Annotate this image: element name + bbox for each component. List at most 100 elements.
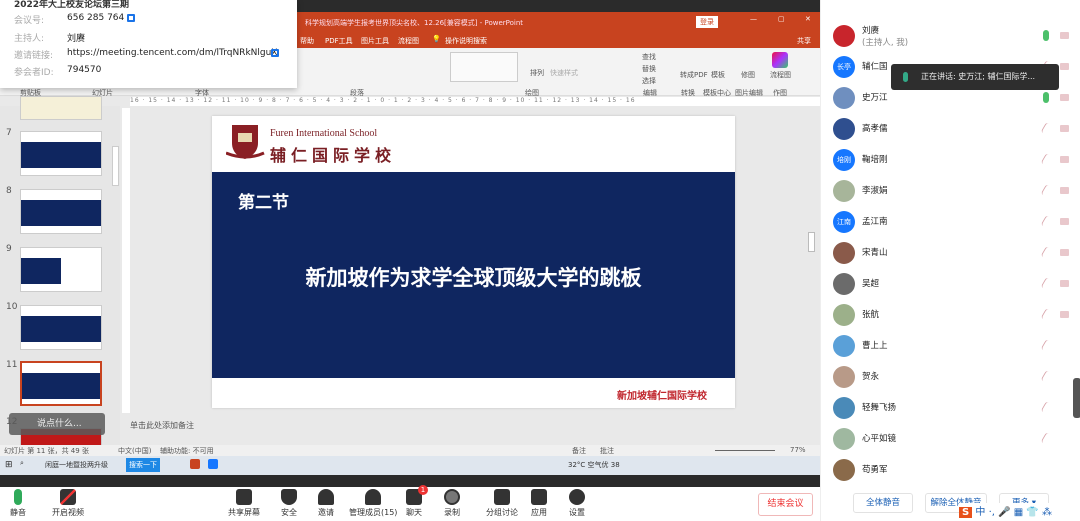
windows-start-icon[interactable]: ⊞ [5,460,13,470]
chat-bubble-input[interactable]: 说点什么... [9,413,105,435]
participant-row[interactable]: 江南 孟江南 [821,207,1080,238]
mute-all-button[interactable]: 全体静音 [853,493,913,513]
participant-row[interactable]: 曹上上 [821,331,1080,362]
weather-widget[interactable]: 32°C 空气优 38 [568,460,620,470]
participant-name: 轻舞飞扬 [862,403,897,413]
slide-scrollbar[interactable] [808,232,815,252]
tell-me-search[interactable]: 操作说明搜索 [445,36,487,46]
search-icon[interactable]: ⌕ [20,459,24,468]
microphone-muted-icon[interactable] [1040,308,1052,321]
close-button[interactable]: ✕ [805,15,811,23]
replace-button[interactable]: 替换 [642,64,656,74]
invite-button[interactable]: 邀请 [318,489,334,518]
slide-thumbnail[interactable] [20,189,102,234]
avatar [833,366,855,388]
record-button[interactable]: 录制 [444,489,460,518]
restore-button[interactable]: ▢ [778,15,785,23]
arrange-button[interactable]: 排列 [530,68,544,78]
template-button[interactable]: 模板 [711,70,725,80]
share-button[interactable]: 共享 [797,36,811,46]
shapes-gallery[interactable] [450,52,518,82]
slide-thumbnail[interactable] [20,131,102,176]
gear-icon [569,489,585,505]
settings-button[interactable]: 设置 [569,489,585,518]
invite-link[interactable]: https://meeting.tencent.com/dm/lTrqNRkNl… [67,48,277,58]
speaking-tooltip: 正在讲话: 史万江; 辅仁国际学... [891,64,1059,90]
slide-thumbnail[interactable] [20,305,102,350]
camera-off-icon [1060,311,1069,318]
browser-taskbar-item[interactable]: 闲庭一地暨投两升级 [45,460,108,470]
end-meeting-button[interactable]: 结束会议 [758,493,813,516]
copy-icon[interactable] [271,49,279,57]
share-screen-icon [236,489,252,505]
participant-row[interactable]: 苟勇军 [821,455,1080,486]
share-screen-button[interactable]: 共享屏幕 [228,489,260,518]
shield-icon [281,489,297,505]
avatar [833,335,855,357]
security-button[interactable]: 安全 [281,489,297,518]
participants-panel: 刘赓 (主持人, 我) 长亭 辅仁国 史万江 高孝儒 培刚 鞠培刚 李淑娟 江南… [820,0,1080,521]
slide-thumbnail[interactable] [20,247,102,292]
participant-row[interactable]: 张航 [821,300,1080,331]
start-video-button[interactable]: 开启视频 [52,489,84,518]
panel-scrollbar[interactable] [1073,378,1080,418]
tab-help[interactable]: 帮助 [300,36,314,46]
tab-flowchart[interactable]: 流程图 [398,36,419,46]
microphone-muted-icon[interactable] [1040,153,1052,166]
powerpoint-taskbar-icon[interactable] [190,459,200,469]
participant-row[interactable]: 培刚 鞠培刚 [821,145,1080,176]
participant-row[interactable]: 贺永 [821,362,1080,393]
breakout-rooms-button[interactable]: 分组讨论 [486,489,518,518]
microphone-on-icon[interactable] [1043,92,1049,103]
microphone-muted-icon[interactable] [1040,184,1052,197]
participant-row[interactable]: 心平如镜 [821,424,1080,455]
avatar: 培刚 [833,149,855,171]
microphone-muted-icon[interactable] [1040,339,1052,352]
microphone-muted-icon[interactable] [1040,215,1052,228]
current-slide[interactable]: Furen International School 辅仁国际学校 第二节 新加… [212,116,735,408]
select-button[interactable]: 选择 [642,76,656,86]
retouch-button[interactable]: 修图 [741,70,755,80]
microphone-muted-icon[interactable] [1040,246,1052,259]
participant-row[interactable]: 高孝儒 [821,114,1080,145]
zoom-slider[interactable] [715,450,775,451]
quick-styles-button[interactable]: 快速样式 [550,68,578,78]
microphone-on-icon[interactable] [1043,30,1049,41]
microphone-muted-icon[interactable] [1040,370,1052,383]
notes-placeholder[interactable]: 单击此处添加备注 [130,420,194,431]
tab-pdf[interactable]: PDF工具 [325,36,353,46]
participant-row[interactable]: 宋青山 [821,238,1080,269]
to-pdf-button[interactable]: 转成PDF [680,70,708,80]
apps-icon [531,489,547,505]
microphone-muted-icon[interactable] [1040,122,1052,135]
participant-row[interactable]: 刘赓 (主持人, 我) [821,21,1080,52]
manage-participants-button[interactable]: 管理成员(15) [349,489,397,518]
participant-row[interactable]: 李淑娟 [821,176,1080,207]
participant-row[interactable]: 轻舞飞扬 [821,393,1080,424]
microphone-muted-icon[interactable] [1040,277,1052,290]
flowchart-button[interactable]: 流程图 [770,70,791,80]
copy-icon[interactable] [127,14,135,22]
invite-link-row: 邀请链接: https://meeting.tencent.com/dm/lTrq… [14,48,279,61]
find-button[interactable]: 查找 [642,52,656,62]
tab-picture[interactable]: 图片工具 [361,36,389,46]
ime-toolbar[interactable]: S 中 ·, 🎤 ▦ 👕 ⁂ [959,503,1080,521]
sogou-ime-icon: S [959,507,973,518]
tencent-meeting-taskbar-icon[interactable] [208,459,218,469]
microphone-muted-icon[interactable] [1040,432,1052,445]
thumbnail-scrollbar[interactable] [112,146,119,186]
search-button[interactable]: 搜索一下 [126,458,160,472]
login-button[interactable]: 登录 [696,16,718,28]
mute-button[interactable]: 静音 [10,489,26,518]
apps-button[interactable]: 应用 [531,489,547,518]
meeting-id-row: 会议号: 656 285 764 [14,13,294,27]
chat-button[interactable]: 1 聊天 [406,485,428,518]
participant-row[interactable]: 吴超 [821,269,1080,300]
slide-thumbnail-selected[interactable] [20,361,102,406]
slide-thumbnails[interactable]: 7 8 9 10 11 12 说点什么... [0,96,120,448]
microphone-muted-icon[interactable] [1040,401,1052,414]
comments-button[interactable]: 批注 [600,446,614,456]
notes-button[interactable]: 备注 [572,446,586,456]
minimize-button[interactable]: — [750,15,757,23]
slide-thumbnail[interactable] [20,96,102,120]
